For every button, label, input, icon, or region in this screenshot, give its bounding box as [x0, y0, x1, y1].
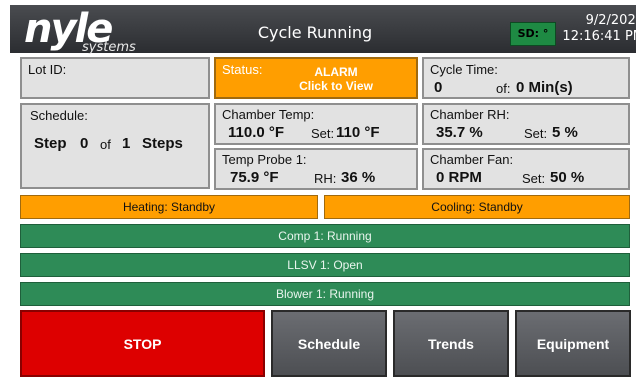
chamber-fan-set-value: 50 % [550, 169, 585, 186]
date-time: 9/2/2022 12:16:41 PM [558, 13, 641, 45]
hmi-screen: nyle systems Cycle Running SD: ° 9/2/202… [0, 0, 641, 379]
chamber-temp-set-label: Set: [311, 126, 335, 141]
cycle-time-label: Cycle Time: [430, 62, 498, 77]
stop-button[interactable]: STOP [20, 310, 265, 377]
chamber-temp-value: 110.0 °F [228, 124, 285, 141]
time: 12:16:41 PM [562, 29, 641, 44]
lot-id-panel[interactable]: Lot ID: [20, 57, 210, 99]
schedule-step-text: Step [34, 135, 67, 152]
chamber-temp-panel: Chamber Temp: 110.0 °F Set: 110 °F [214, 103, 418, 145]
temp-probe-value: 75.9 °F [230, 169, 279, 186]
screen-title: Cycle Running [257, 23, 373, 42]
comp-status-bar: Comp 1: Running [20, 224, 630, 248]
chamber-temp-set-value: 110 °F [336, 124, 380, 141]
chamber-rh-panel: Chamber RH: 35.7 % Set: 5 % [422, 103, 630, 145]
schedule-steps-text: Steps [142, 135, 183, 152]
chamber-rh-set-label: Set: [524, 126, 548, 141]
schedule-panel: Schedule: Step 0 of 1 Steps [20, 103, 210, 189]
chamber-rh-label: Chamber RH: [430, 107, 510, 122]
schedule-button[interactable]: Schedule [271, 310, 387, 377]
nyle-logo: nyle systems [24, 6, 136, 55]
chamber-fan-panel: Chamber Fan: 0 RPM Set: 50 % [422, 148, 630, 190]
llsv-status-bar: LLSV 1: Open [20, 253, 630, 277]
cycle-of-label: of: [496, 81, 511, 96]
cycle-time-value: 0 [434, 79, 443, 96]
cycle-time-panel: Cycle Time: 0 of: 0 Min(s) [422, 57, 630, 99]
status-alarm-text: ALARM Click to View [299, 65, 373, 93]
lot-id-label: Lot ID: [28, 62, 67, 77]
header-bar: nyle systems Cycle Running SD: ° 9/2/202… [10, 5, 641, 55]
trends-button[interactable]: Trends [393, 310, 509, 377]
schedule-label: Schedule: [30, 108, 88, 123]
temp-probe-rh-label: RH: [314, 171, 337, 186]
chamber-temp-label: Chamber Temp: [222, 107, 315, 122]
cycle-of-value: 0 Min(s) [516, 79, 573, 96]
date: 9/2/2022 [585, 13, 641, 28]
cooling-status-bar: Cooling: Standby [324, 195, 630, 219]
chamber-fan-value: 0 RPM [436, 169, 482, 186]
temp-probe-label: Temp Probe 1: [222, 152, 307, 167]
equipment-button[interactable]: Equipment [515, 310, 631, 377]
heating-status-bar: Heating: Standby [20, 195, 318, 219]
schedule-step-value: 0 [80, 135, 89, 152]
sd-indicator[interactable]: SD: ° [510, 22, 556, 46]
temp-probe-rh-value: 36 % [341, 169, 376, 186]
blower-status-bar: Blower 1: Running [20, 282, 630, 306]
chamber-rh-set-value: 5 % [552, 124, 578, 141]
status-label: Status: [222, 62, 263, 77]
schedule-of-text: of [100, 137, 111, 152]
schedule-total-value: 1 [122, 135, 131, 152]
status-alarm-button[interactable]: Status: ALARM Click to View [214, 57, 418, 99]
chamber-fan-set-label: Set: [522, 171, 546, 186]
chamber-rh-value: 35.7 % [436, 124, 483, 141]
chamber-fan-label: Chamber Fan: [430, 152, 514, 167]
temp-probe-panel: Temp Probe 1: 75.9 °F RH: 36 % [214, 148, 418, 190]
